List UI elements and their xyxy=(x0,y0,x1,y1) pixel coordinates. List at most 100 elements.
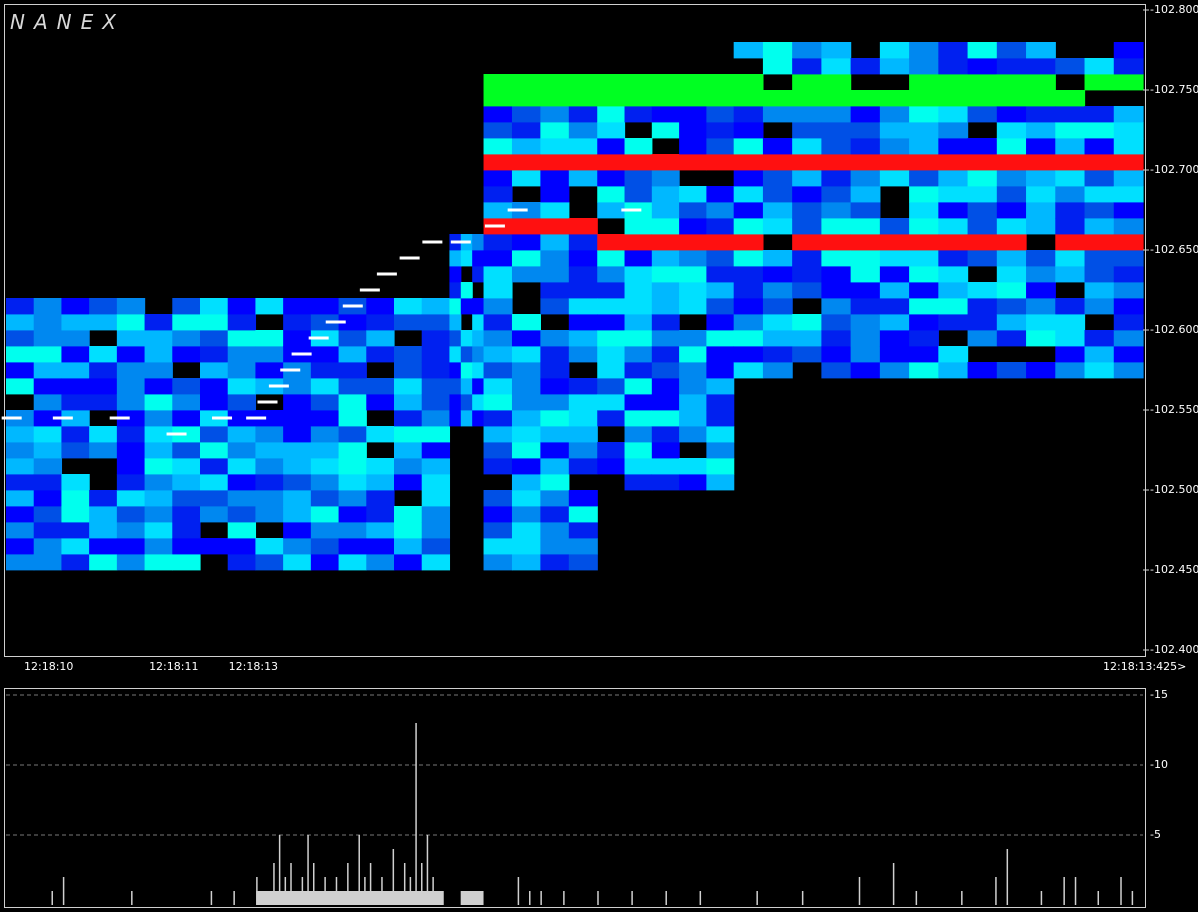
depth-cell xyxy=(651,314,680,331)
depth-cell xyxy=(472,250,485,267)
depth-cell xyxy=(6,490,35,507)
depth-cell xyxy=(651,458,680,475)
trade-mark xyxy=(308,336,329,340)
depth-cell xyxy=(310,394,340,411)
depth-cell xyxy=(61,522,90,539)
depth-cell xyxy=(283,298,312,315)
depth-cell xyxy=(597,442,626,459)
depth-cell xyxy=(172,458,201,475)
depth-cell xyxy=(1055,234,1086,251)
depth-cell xyxy=(283,442,312,459)
depth-cell xyxy=(116,522,146,539)
depth-cell xyxy=(1084,138,1115,155)
depth-cell xyxy=(116,458,146,475)
depth-cell xyxy=(706,458,735,475)
depth-cell xyxy=(33,442,63,459)
depth-cell xyxy=(338,522,367,539)
depth-cell xyxy=(310,522,340,539)
depth-cell xyxy=(1026,298,1056,315)
volume-bar xyxy=(665,891,667,905)
depth-cell xyxy=(1084,106,1115,123)
depth-cell xyxy=(227,298,257,315)
depth-cell xyxy=(33,490,63,507)
depth-cell xyxy=(996,186,1027,203)
depth-cell xyxy=(938,266,969,283)
depth-cell xyxy=(792,346,822,363)
depth-cell xyxy=(421,410,451,427)
depth-cell xyxy=(483,106,513,123)
depth-cell xyxy=(706,234,735,251)
depth-cell xyxy=(460,346,473,363)
depth-cell xyxy=(821,266,852,283)
volume-bar xyxy=(699,891,702,905)
depth-cell xyxy=(651,122,680,139)
depth-cell xyxy=(597,90,626,107)
depth-cell xyxy=(568,378,598,395)
depth-cell xyxy=(511,378,541,395)
depth-cell xyxy=(144,410,173,427)
depth-cell xyxy=(200,346,229,363)
depth-cell xyxy=(540,298,570,315)
depth-cell xyxy=(733,154,764,171)
depth-cell xyxy=(568,90,598,107)
depth-cell xyxy=(792,74,822,91)
depth-cell xyxy=(255,442,284,459)
depth-cell xyxy=(1113,250,1144,267)
depth-cell xyxy=(850,346,881,363)
depth-cell xyxy=(597,314,626,331)
depth-cell xyxy=(706,282,735,299)
depth-cell xyxy=(33,378,63,395)
depth-cell xyxy=(540,138,570,155)
depth-cell xyxy=(1084,234,1115,251)
depth-cell xyxy=(938,170,969,187)
depth-cell xyxy=(394,474,423,491)
depth-cell xyxy=(511,346,541,363)
depth-cell xyxy=(511,250,541,267)
depth-cell xyxy=(597,458,626,475)
depth-cell xyxy=(61,346,90,363)
depth-cell xyxy=(568,234,598,251)
depth-cell xyxy=(200,362,229,379)
depth-cell xyxy=(850,170,881,187)
volume-bar xyxy=(801,891,804,905)
depth-cell xyxy=(61,442,90,459)
depth-cell xyxy=(1026,90,1056,107)
depth-cell xyxy=(733,170,764,187)
depth-cell xyxy=(879,90,910,107)
depth-cell xyxy=(996,266,1027,283)
depth-cell xyxy=(540,474,570,491)
depth-cell xyxy=(821,186,852,203)
depth-cell xyxy=(421,442,451,459)
depth-cell xyxy=(394,538,423,555)
depth-cell xyxy=(651,298,680,315)
depth-cell xyxy=(310,506,340,523)
trade-mark xyxy=(484,224,505,228)
depth-cell xyxy=(733,362,764,379)
depth-cell xyxy=(568,330,598,347)
depth-cell xyxy=(762,186,793,203)
depth-cell xyxy=(255,474,284,491)
depth-cell xyxy=(821,90,852,107)
depth-cell xyxy=(651,218,680,235)
depth-cell xyxy=(172,330,201,347)
depth-cell xyxy=(1084,282,1115,299)
depth-cell xyxy=(6,330,35,347)
depth-cell xyxy=(597,298,626,315)
depth-cell xyxy=(651,282,680,299)
depth-cell xyxy=(967,218,998,235)
depth-cell xyxy=(449,378,462,395)
depth-cell xyxy=(540,90,570,107)
volume-bar xyxy=(631,891,633,905)
depth-cell xyxy=(33,506,63,523)
depth-cell xyxy=(821,218,852,235)
volume-bar xyxy=(381,877,383,905)
depth-cell xyxy=(1055,154,1086,171)
depth-cell xyxy=(227,458,257,475)
depth-cell xyxy=(483,458,513,475)
depth-cell xyxy=(472,298,485,315)
depth-cell xyxy=(421,426,451,443)
depth-cell xyxy=(227,522,257,539)
volume-bar xyxy=(426,835,429,905)
depth-cell xyxy=(821,330,852,347)
depth-cell xyxy=(227,378,257,395)
